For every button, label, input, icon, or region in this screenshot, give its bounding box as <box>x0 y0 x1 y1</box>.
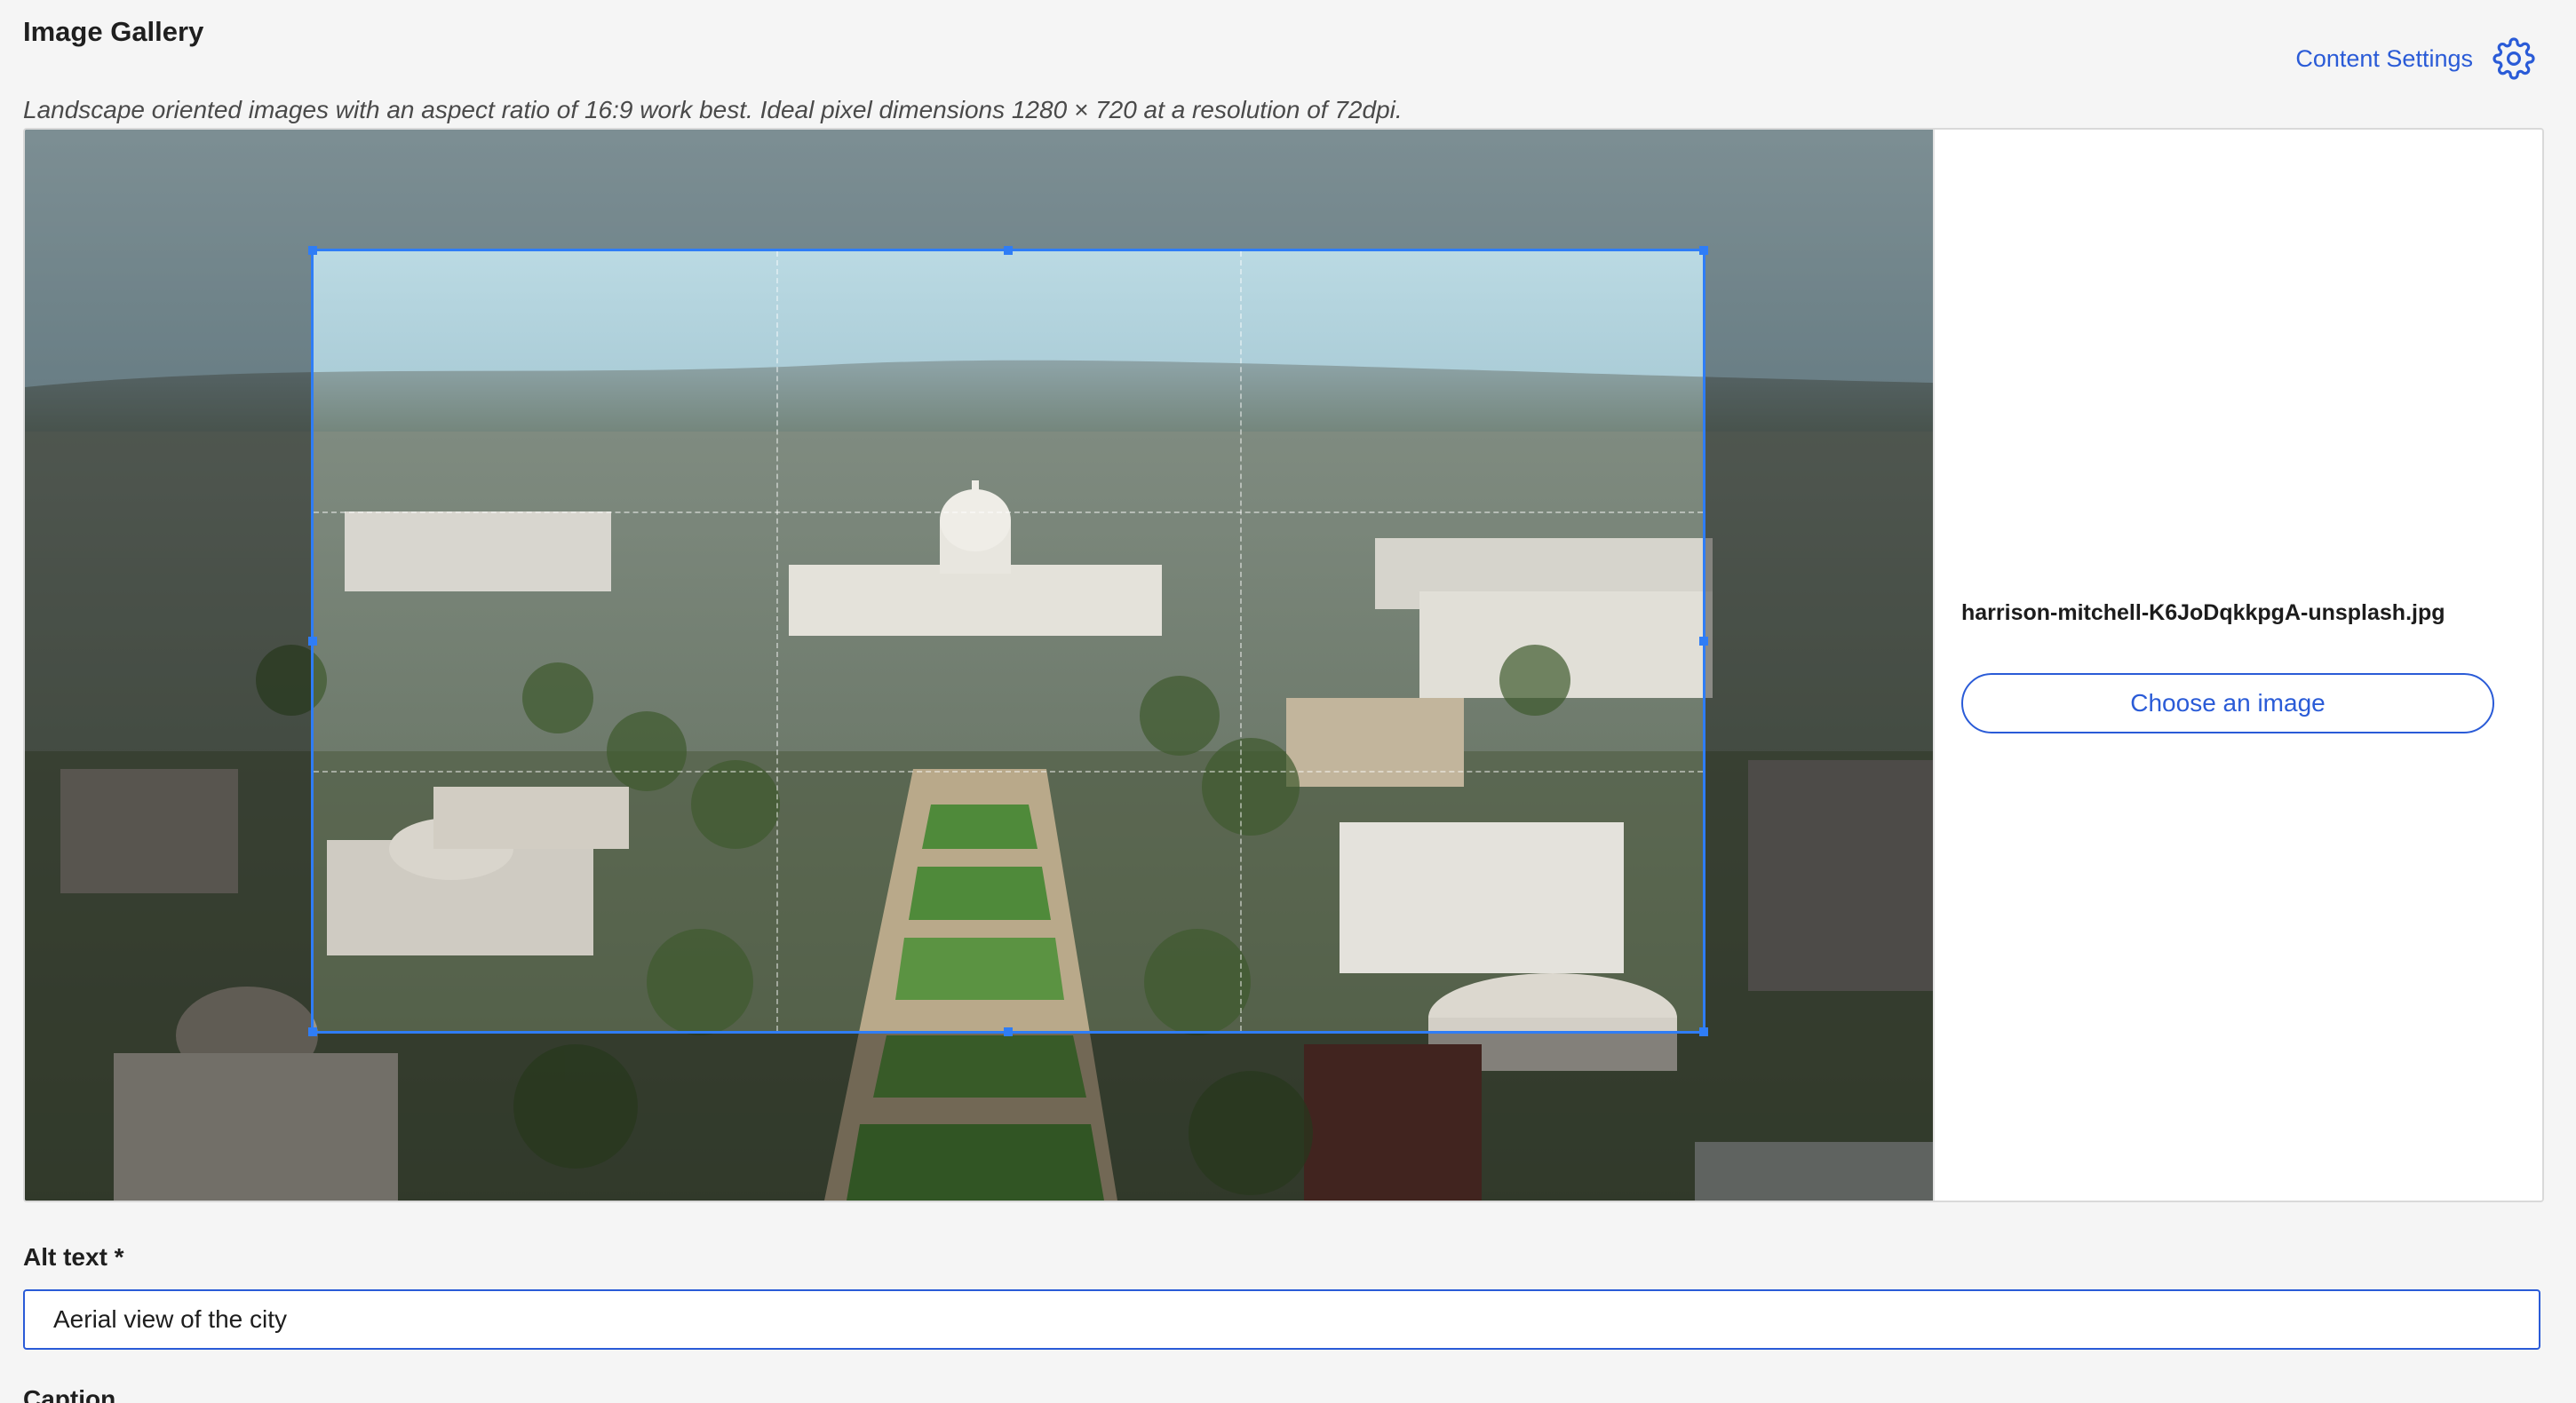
crop-handle-bottom-left[interactable] <box>308 1027 317 1036</box>
image-info-panel: harrison-mitchell-K6JoDqkkpgA-unsplash.j… <box>1933 130 2542 1201</box>
crop-handle-right[interactable] <box>1699 637 1708 646</box>
image-guidance-hint: Landscape oriented images with an aspect… <box>23 96 1403 123</box>
crop-handle-bottom-right[interactable] <box>1699 1027 1708 1036</box>
crop-handle-left[interactable] <box>308 637 317 646</box>
crop-handle-top[interactable] <box>1004 246 1013 255</box>
crop-selection[interactable] <box>308 246 1708 1036</box>
image-canvas[interactable] <box>25 130 1933 1201</box>
image-crop-editor: harrison-mitchell-K6JoDqkkpgA-unsplash.j… <box>23 128 2544 1202</box>
alt-text-label: Alt text * <box>23 1243 124 1271</box>
page-title: Image Gallery <box>23 16 204 47</box>
crop-handle-bottom[interactable] <box>1004 1027 1013 1036</box>
crop-handle-top-left[interactable] <box>308 246 317 255</box>
image-gallery-page: Image Gallery Content Settings Landscape… <box>0 0 2576 1403</box>
caption-label: Caption <box>23 1385 116 1403</box>
alt-text-input[interactable] <box>23 1289 2540 1350</box>
file-name: harrison-mitchell-K6JoDqkkpgA-unsplash.j… <box>1961 600 2445 625</box>
crop-gridline-vertical <box>1239 251 1242 1031</box>
gear-icon <box>2493 37 2535 80</box>
choose-image-button[interactable]: Choose an image <box>1961 673 2494 733</box>
crop-gridline-vertical <box>776 251 779 1031</box>
crop-handle-top-right[interactable] <box>1699 246 1708 255</box>
content-settings-label: Content Settings <box>2295 44 2473 72</box>
crop-gridline-horizontal <box>314 511 1703 513</box>
crop-gridline-horizontal <box>314 771 1703 773</box>
content-settings-link[interactable]: Content Settings <box>2295 37 2535 80</box>
